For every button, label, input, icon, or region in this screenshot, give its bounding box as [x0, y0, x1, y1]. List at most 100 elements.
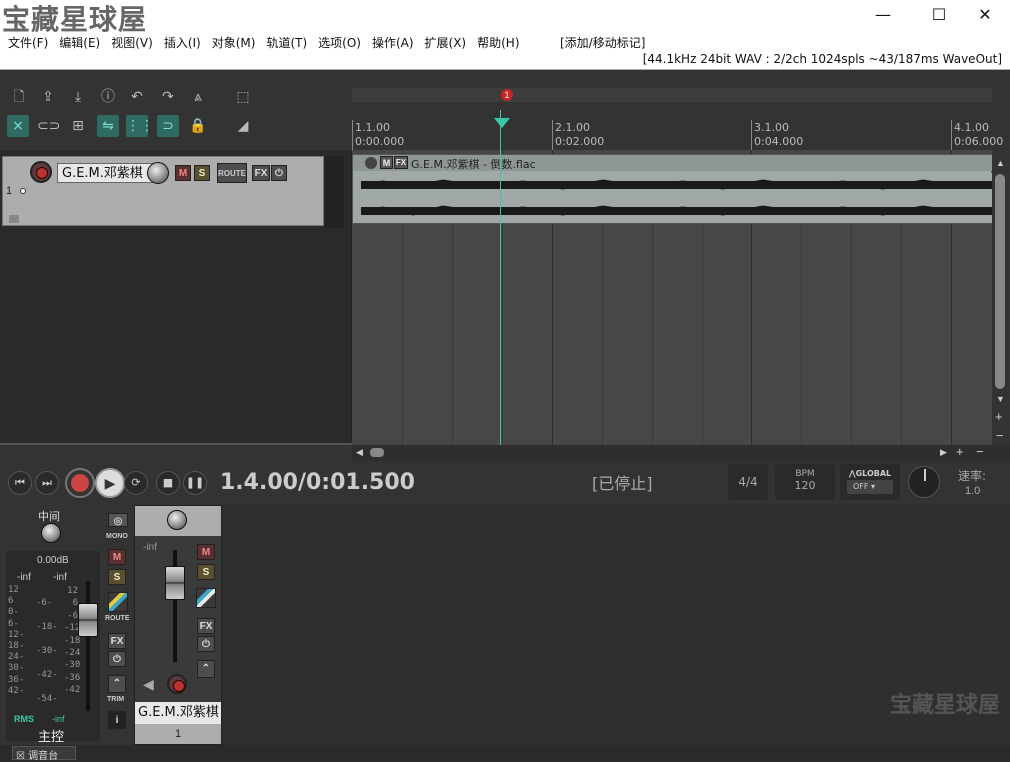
menu-track[interactable]: 轨道(T) [262, 34, 314, 51]
zoom-in-icon[interactable]: + [995, 409, 1003, 424]
master-pan-knob[interactable] [41, 523, 61, 543]
master-volume[interactable]: 0.00dB [37, 555, 69, 566]
horizontal-scrollbar[interactable]: ◀ ▶ + − [352, 444, 1010, 461]
route-button[interactable]: ROUTE [217, 163, 247, 183]
record-button[interactable] [65, 468, 95, 498]
item-grouping-icon[interactable]: ⊂⊃ [37, 115, 60, 137]
hzoom-in-icon[interactable]: + [956, 444, 964, 459]
envelope-tool-icon[interactable]: ◢ [232, 115, 254, 137]
channel-route-icon[interactable] [196, 588, 216, 608]
vertical-scroll-thumb[interactable] [995, 174, 1005, 389]
item-lock-icon[interactable] [365, 157, 377, 169]
media-item[interactable]: M FX G.E.M.邓紫棋 - 倒数.flac [352, 154, 993, 224]
repeat-icon[interactable]: ⟳ [124, 471, 148, 495]
stop-button[interactable]: ■ [156, 471, 180, 495]
channel-fx-button[interactable]: FX [197, 618, 215, 634]
marquee-icon[interactable]: ⬚ [232, 86, 254, 108]
marker-1[interactable]: 1 [501, 89, 513, 101]
channel-envelope-icon[interactable]: ⌃ [197, 660, 215, 678]
track-name-field[interactable]: G.E.M.邓紫棋 [57, 163, 153, 183]
scroll-up-icon[interactable]: ▲ [996, 158, 1005, 168]
master-solo-button[interactable]: S [108, 569, 126, 585]
menu-file[interactable]: 文件(F) [4, 34, 55, 51]
go-to-end-icon[interactable]: ⏭ [35, 471, 59, 495]
menu-actions[interactable]: 操作(A) [368, 34, 421, 51]
channel-record-arm-button[interactable] [167, 674, 187, 694]
close-tab-icon[interactable]: ☒ [16, 751, 25, 762]
snap-icon[interactable]: ⊃ [157, 115, 179, 137]
menu-add-marker[interactable]: [添加/移动标记] [560, 34, 645, 51]
rms-label[interactable]: RMS [14, 714, 34, 724]
master-fader[interactable] [78, 603, 98, 637]
scroll-down-icon[interactable]: ▼ [996, 394, 1005, 404]
item-mute-button[interactable]: M [380, 156, 393, 169]
project-settings-icon[interactable]: ⓘ [97, 86, 119, 108]
master-info-button[interactable]: i [108, 711, 126, 729]
track-header[interactable]: 1 G.E.M.邓紫棋 M S ROUTE FX ⏻ [2, 156, 324, 226]
envelope-link-icon[interactable]: ⇋ [97, 115, 119, 137]
global-automation[interactable]: ⋀GLOBAL OFF ▾ [840, 464, 900, 500]
master-name[interactable]: 主控 [38, 726, 64, 745]
new-project-icon[interactable]: 🗋 [8, 86, 30, 108]
position-display[interactable]: 1.4.00/0:01.500 [220, 470, 415, 495]
fx-bypass-icon[interactable]: ⏻ [271, 165, 287, 181]
channel-fx-bypass-icon[interactable]: ⏻ [197, 636, 215, 652]
master-fx-button[interactable]: FX [108, 633, 126, 649]
bpm-box[interactable]: BPM 120 [775, 464, 835, 500]
speaker-icon[interactable]: ◀ [143, 676, 154, 693]
channel-fader[interactable] [165, 566, 185, 600]
mute-button[interactable]: M [175, 165, 191, 181]
solo-button[interactable]: S [194, 165, 210, 181]
time-signature[interactable]: 4/4 [728, 464, 768, 500]
close-button[interactable]: ✕ [962, 4, 1008, 26]
lock-icon[interactable]: 🔒 [187, 115, 209, 137]
volume-knob[interactable] [147, 162, 169, 184]
playhead-handle-icon[interactable] [494, 118, 510, 128]
save-project-icon[interactable]: ⤓ [67, 86, 89, 108]
snap-grid-icon[interactable]: ⋮⋮ [126, 115, 154, 137]
track-icon-slot[interactable] [9, 215, 19, 223]
rate-value[interactable]: 1.0 [965, 485, 980, 497]
tcp-divider[interactable] [0, 443, 352, 445]
master-trim-icon[interactable]: ⌃ [108, 675, 126, 693]
master-mute-button[interactable]: M [108, 549, 126, 565]
track-folder-icon[interactable] [20, 188, 26, 194]
channel-peak[interactable]: -inf [143, 542, 157, 553]
redo-icon[interactable]: ↷ [157, 86, 179, 108]
master-route-icon[interactable] [108, 592, 128, 612]
master-peak-left[interactable]: -inf [17, 572, 31, 583]
record-arm-button[interactable] [30, 161, 52, 183]
hzoom-out-icon[interactable]: − [976, 444, 984, 459]
metronome-icon[interactable]: ⩓ [187, 86, 209, 108]
playhead-line[interactable] [500, 110, 501, 445]
menu-item[interactable]: 对象(M) [208, 34, 263, 51]
open-project-icon[interactable]: ⇪ [37, 86, 59, 108]
grid-icon[interactable]: ⊞ [67, 115, 89, 137]
master-peak-right[interactable]: -inf [53, 572, 67, 583]
audio-status[interactable]: [44.1kHz 24bit WAV : 2/2ch 1024spls ~43/… [643, 52, 1002, 66]
menu-options[interactable]: 选项(O) [314, 34, 368, 51]
channel-name[interactable]: G.E.M.邓紫棋 [135, 702, 221, 724]
timeline-ruler[interactable]: 1.1.00 0:00.000 2.1.00 0:02.000 3.1.00 0… [352, 102, 1010, 150]
item-fx-button[interactable]: FX [394, 156, 408, 169]
menu-edit[interactable]: 编辑(E) [55, 34, 107, 51]
scroll-left-icon[interactable]: ◀ [356, 447, 363, 458]
play-button[interactable]: ▶ [95, 468, 125, 498]
zoom-out-icon[interactable]: − [996, 428, 1004, 443]
vertical-scrollbar[interactable]: ▲ ▼ + − [992, 154, 1010, 445]
channel-solo-button[interactable]: S [197, 564, 215, 580]
menu-insert[interactable]: 插入(I) [160, 34, 208, 51]
channel-strip[interactable]: -inf M S FX ⏻ ⌃ ◀ G.E.M.邓紫棋 1 [134, 505, 222, 745]
playrate-knob[interactable] [908, 466, 940, 498]
channel-mute-button[interactable]: M [197, 544, 215, 560]
menu-help[interactable]: 帮助(H) [473, 34, 526, 51]
scroll-right-icon[interactable]: ▶ [940, 447, 947, 458]
mono-icon[interactable]: ◎ [108, 513, 128, 527]
horizontal-scroll-thumb[interactable] [370, 448, 384, 457]
menu-view[interactable]: 视图(V) [107, 34, 160, 51]
go-to-start-icon[interactable]: ⏮ [8, 471, 32, 495]
maximize-button[interactable]: ☐ [916, 4, 962, 26]
menu-extensions[interactable]: 扩展(X) [421, 34, 474, 51]
undo-icon[interactable]: ↶ [126, 86, 148, 108]
mixer-tab[interactable]: ☒ 调音台 [12, 746, 76, 762]
